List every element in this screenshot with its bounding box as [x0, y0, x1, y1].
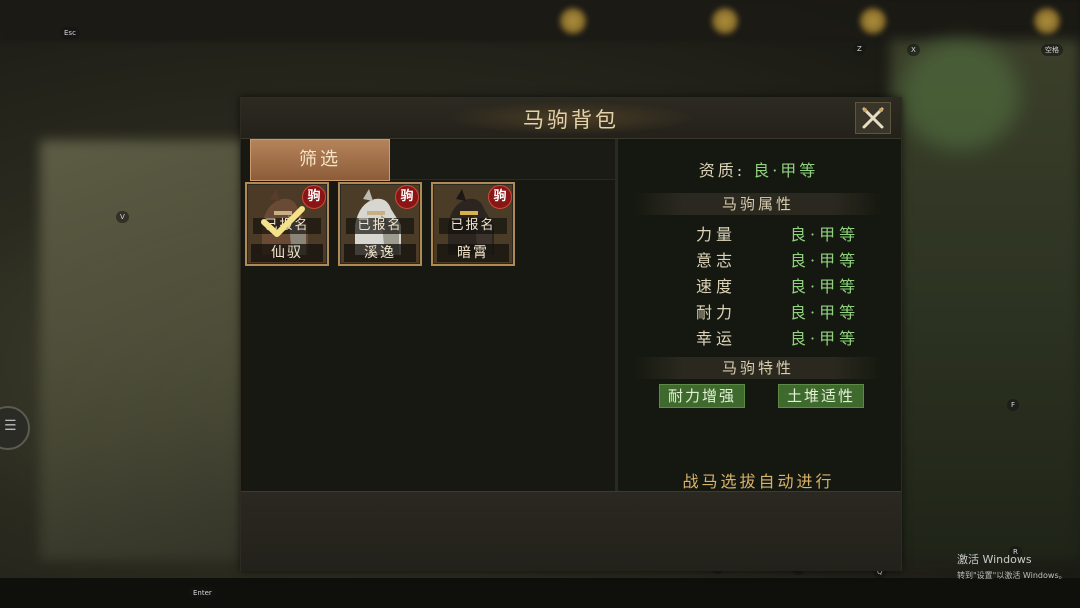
watermark-subtitle: 转到"设置"以激活 Windows。 [957, 571, 1067, 580]
attribute-row: 速度 良·甲等 [618, 273, 899, 297]
traits-header: 马驹特性 [633, 357, 883, 379]
key-hint-enter: Enter [189, 587, 216, 599]
horse-card[interactable]: 已报名 仙驭 驹 [245, 182, 329, 266]
attribute-name: 意志 [696, 251, 737, 270]
attribute-row: 意志 良·甲等 [618, 247, 899, 271]
menu-icon: ☰ [4, 418, 17, 434]
enrolled-tag: 已报名 [439, 218, 507, 234]
key-hint-f: F [1007, 399, 1020, 411]
key-hint-x: X [907, 44, 920, 56]
quality-value: 良·甲等 [753, 161, 819, 180]
attribute-name: 幸运 [696, 329, 737, 348]
background-tree [900, 40, 1020, 150]
attributes-header: 马驹属性 [633, 193, 883, 215]
attribute-value: 良·甲等 [790, 329, 860, 348]
enrolled-tag: 已报名 [346, 218, 414, 234]
attribute-value: 良·甲等 [790, 225, 860, 244]
horse-grid: 已报名 仙驭 驹 已报名 溪逸 驹 已报名 暗霄 驹 [243, 179, 615, 491]
watermark-title: 激活 Windows [957, 553, 1032, 566]
attribute-value: 良·甲等 [790, 303, 860, 322]
horse-name: 溪逸 [344, 244, 416, 262]
top-hud-bar [0, 0, 1080, 42]
dialog-title: 马驹背包 [523, 108, 619, 132]
auto-selection-note: 战马选拔自动进行 [682, 472, 835, 491]
attribute-row: 力量 良·甲等 [618, 221, 899, 245]
horse-bag-dialog: 马驹背包 筛选 已报名 仙驭 驹 已报名 溪逸 驹 已报名 暗霄 驹 资质: 良… [240, 97, 902, 571]
filter-strip [388, 141, 615, 180]
hud-avatar-icon [1034, 8, 1060, 34]
attribute-name: 速度 [696, 277, 737, 296]
key-hint-z: Z [853, 43, 866, 55]
selected-check-icon [261, 206, 305, 237]
horse-name: 仙驭 [251, 244, 323, 262]
bottom-hud-bar [0, 578, 1080, 608]
attribute-name: 耐力 [696, 303, 737, 322]
horse-detail-panel: 资质: 良·甲等 马驹属性 力量 良·甲等 意志 良·甲等 速度 良·甲等 耐力… [618, 139, 899, 491]
hud-coin-icon [860, 8, 886, 34]
horse-name: 暗霄 [437, 244, 509, 262]
attribute-name: 力量 [696, 225, 737, 244]
horse-badge: 驹 [488, 185, 512, 209]
hud-coin-icon [560, 8, 586, 34]
horse-badge: 驹 [302, 185, 326, 209]
trait-badge[interactable]: 土堆适性 [778, 384, 864, 408]
dialog-footer [241, 491, 901, 571]
horse-card[interactable]: 已报名 溪逸 驹 [338, 182, 422, 266]
dialog-title-bar: 马驹背包 [241, 98, 901, 139]
key-hint-v: V [116, 211, 129, 223]
background-road [40, 140, 270, 560]
attribute-value: 良·甲等 [790, 251, 860, 270]
attribute-row: 幸运 良·甲等 [618, 325, 899, 349]
windows-activation-watermark: 激活 Windows 转到"设置"以激活 Windows。 [957, 551, 1067, 581]
trait-badge[interactable]: 耐力增强 [659, 384, 745, 408]
horse-badge: 驹 [395, 185, 419, 209]
quality-label: 资质: [698, 161, 746, 180]
key-hint-esc: Esc [60, 27, 80, 39]
attribute-row: 耐力 良·甲等 [618, 299, 899, 323]
filter-button[interactable]: 筛选 [250, 139, 390, 181]
attribute-value: 良·甲等 [790, 277, 860, 296]
hud-coin-icon [712, 8, 738, 34]
close-button[interactable] [855, 102, 891, 134]
key-hint-space: 空格 [1041, 44, 1063, 56]
horse-list-panel: 筛选 已报名 仙驭 驹 已报名 溪逸 驹 已报名 暗霄 驹 [243, 139, 615, 491]
close-icon [862, 107, 884, 129]
horse-card[interactable]: 已报名 暗霄 驹 [431, 182, 515, 266]
quality-row: 资质: 良·甲等 [618, 157, 899, 181]
